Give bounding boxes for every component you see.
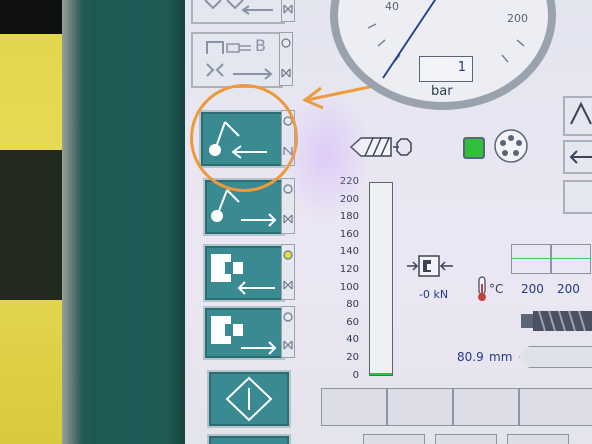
right-partial-button-mid[interactable] [563,140,592,174]
valve-icon [281,38,291,78]
arrow-left-icon [204,0,273,15]
heater-zone-line [511,258,591,259]
diamond-button[interactable] [207,370,291,428]
softkey-5[interactable] [363,434,425,444]
heater-zone-2 [551,244,591,274]
clamp-force-icon [407,255,453,277]
ejector-icon [211,316,277,355]
top-partial-button[interactable] [191,0,285,24]
nozzle-pattern-icon [494,129,528,163]
valve-icon [283,312,293,350]
position-value: 80.9 [457,350,484,364]
pressure-bar-fill [370,373,392,375]
nozzle-icon [206,41,273,80]
softkey-2[interactable] [387,388,453,426]
bottom-partial-button[interactable] [207,434,291,444]
ejector-back-button[interactable] [203,244,285,302]
heater-zone-1 [511,244,551,274]
chevron-icon [570,101,592,125]
position-arrow-field[interactable] [519,346,592,368]
gauge-tick-200: 200 [507,12,528,25]
nozzle-button[interactable]: B [191,32,283,88]
nozzle-button-tab[interactable] [279,32,293,86]
top-partial-tab[interactable] [281,0,295,22]
temperature-unit: °C [489,282,504,296]
arrow-left-icon [569,150,592,164]
gauge-readout: 1 [457,60,466,75]
valve-icon [283,4,293,14]
injection-screw-icon [521,310,592,332]
ejector-icon [211,254,275,295]
softkey-6[interactable] [435,434,497,444]
gauge-readout-box: 1 [419,56,473,82]
pressure-bar [369,182,393,376]
position-unit: mm [489,350,513,364]
thermometer-icon [478,276,486,301]
button-b-label: B [255,36,266,55]
scale-tick-80: 80 [346,299,359,311]
ejector-forward-button[interactable] [203,306,285,360]
temperature-value-1: 200 [521,282,544,296]
softkey-1[interactable] [321,388,387,426]
right-partial-button-low[interactable] [563,180,592,214]
scale-tick-140: 140 [339,246,359,258]
softkey-3[interactable] [453,388,519,426]
ejector-back-tab[interactable] [281,244,295,300]
scale-tick-120: 120 [339,264,359,275]
status-green-icon [463,137,485,159]
right-partial-button-top[interactable] [563,96,592,136]
softkey-4[interactable] [519,388,592,426]
gauge-unit: bar [431,84,453,99]
force-value: -0 kN [419,288,449,301]
ejector-forward-tab[interactable] [281,306,295,358]
hmi-screen: B 40 200 1 bar 160 140 120 100 80 60 40 … [185,0,592,444]
scale-tick-160: 160 [339,228,359,240]
diamond-icon [225,376,273,422]
scale-tick-60: 60 [346,316,359,328]
scale-tick-0: 0 [352,369,359,381]
valve-icon [283,250,293,290]
scale-tick-20: 20 [346,352,359,363]
softkey-7[interactable] [507,434,569,444]
screen-glare [281,90,371,220]
bezel-edge [62,0,96,444]
gauge-tick-40: 40 [385,0,399,13]
scale-tick-100: 100 [339,281,359,293]
scale-tick-40: 40 [346,334,359,346]
temperature-value-2: 200 [557,282,580,296]
